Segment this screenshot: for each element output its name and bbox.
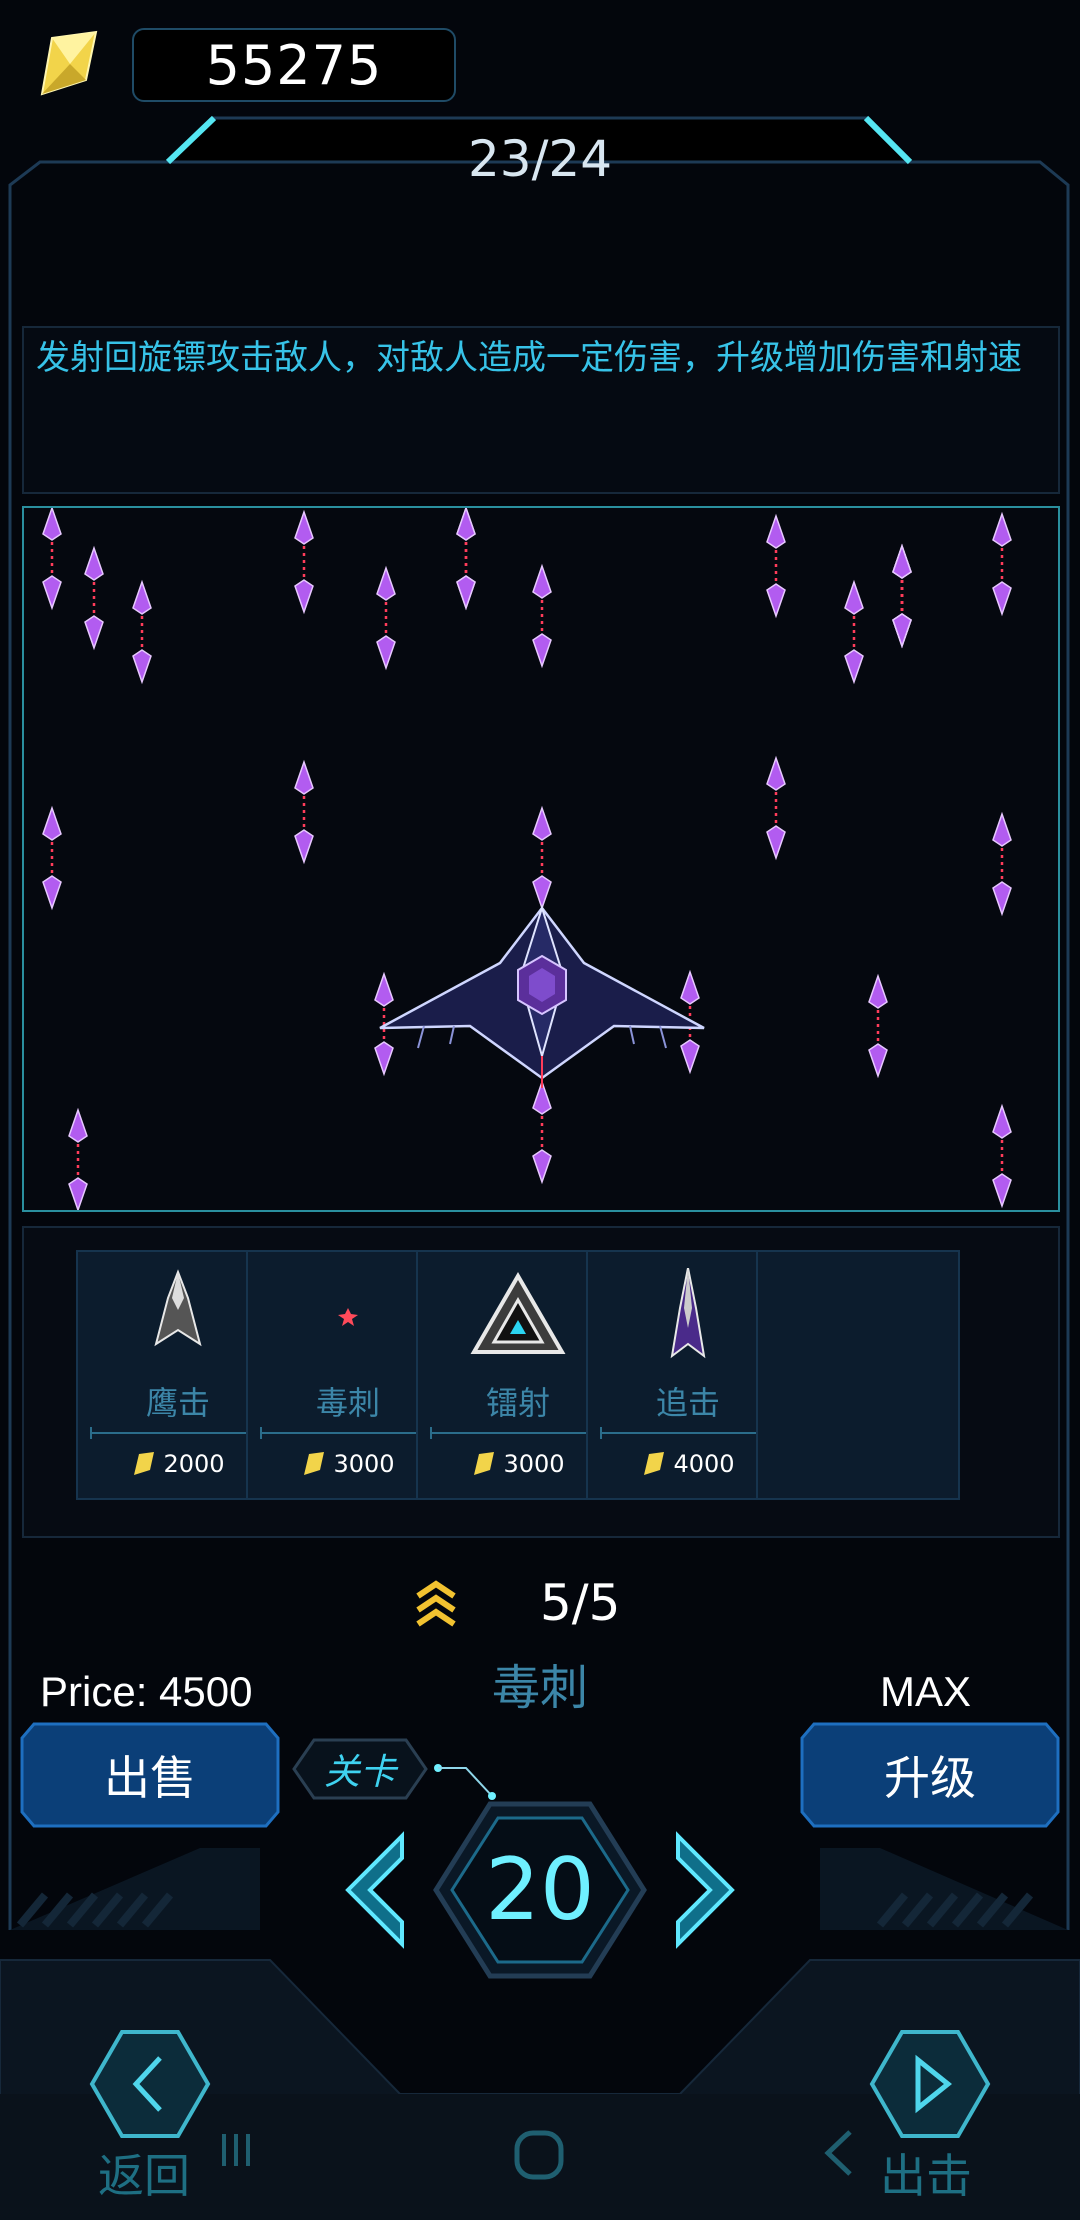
back-button[interactable] [88, 2028, 212, 2140]
back-label[interactable]: 返回 [98, 2140, 190, 2206]
selected-weapon-name: 毒刺 [491, 1660, 588, 1716]
connector-line [434, 1764, 496, 1800]
shop-card-partial[interactable] [756, 1250, 960, 1500]
stinger-icon [338, 1308, 358, 1326]
gem-icon [134, 1452, 155, 1475]
divider [430, 1427, 606, 1439]
price-value: 3000 [333, 1450, 395, 1478]
sell-price-text: Price: 4500 [40, 1668, 253, 1715]
gem-icon [40, 30, 98, 96]
divider [260, 1427, 436, 1439]
next-level-button[interactable] [670, 1830, 740, 1950]
chaser-ship-icon [670, 1268, 706, 1359]
go-button[interactable] [868, 2028, 992, 2140]
go-label[interactable]: 出击 [880, 2140, 972, 2206]
weapon-preview [22, 506, 1060, 1212]
upgrade-label: 升级 [884, 1751, 976, 1805]
max-label: MAX [880, 1668, 972, 1715]
stage-tag-label: 关卡 [323, 1752, 396, 1793]
sell-label: 出售 [104, 1751, 196, 1805]
projectile-group [41, 506, 1013, 1212]
sell-button[interactable]: 出售 [20, 1722, 280, 1828]
home-icon[interactable] [512, 2128, 566, 2182]
system-back-icon[interactable] [818, 2126, 858, 2180]
gem-icon [644, 1452, 665, 1475]
price-value: 2000 [163, 1450, 225, 1478]
divider [90, 1427, 266, 1439]
price-value: 3000 [503, 1450, 565, 1478]
weapon-description: 发射回旋镖攻击敌人，对敌人造成一定伤害，升级增加伤害和射速 [36, 338, 1022, 378]
eagle-ship-icon [154, 1269, 202, 1347]
recent-apps-icon[interactable] [216, 2130, 256, 2170]
divider [600, 1427, 776, 1439]
laser-triangle-icon [470, 1272, 566, 1354]
upgrade-button[interactable]: 升级 [800, 1722, 1060, 1828]
rank-chevrons-icon [416, 1580, 456, 1627]
stage-tag: 关卡 [290, 1736, 430, 1802]
price-value: 4000 [673, 1450, 735, 1478]
gem-icon [474, 1452, 495, 1475]
preview-scene [41, 506, 1013, 1212]
player-ship [379, 904, 705, 1088]
gem-icon [304, 1452, 325, 1475]
currency-amount: 55275 [132, 28, 456, 102]
weapon-level: 5/5 [540, 1574, 621, 1632]
prev-level-button[interactable] [340, 1830, 410, 1950]
weapon-shop-strip[interactable]: 鹰击 2000 毒刺 3000 镭射 3000 追击 4000 [22, 1226, 1060, 1538]
collection-count: 23/24 [467, 130, 613, 188]
